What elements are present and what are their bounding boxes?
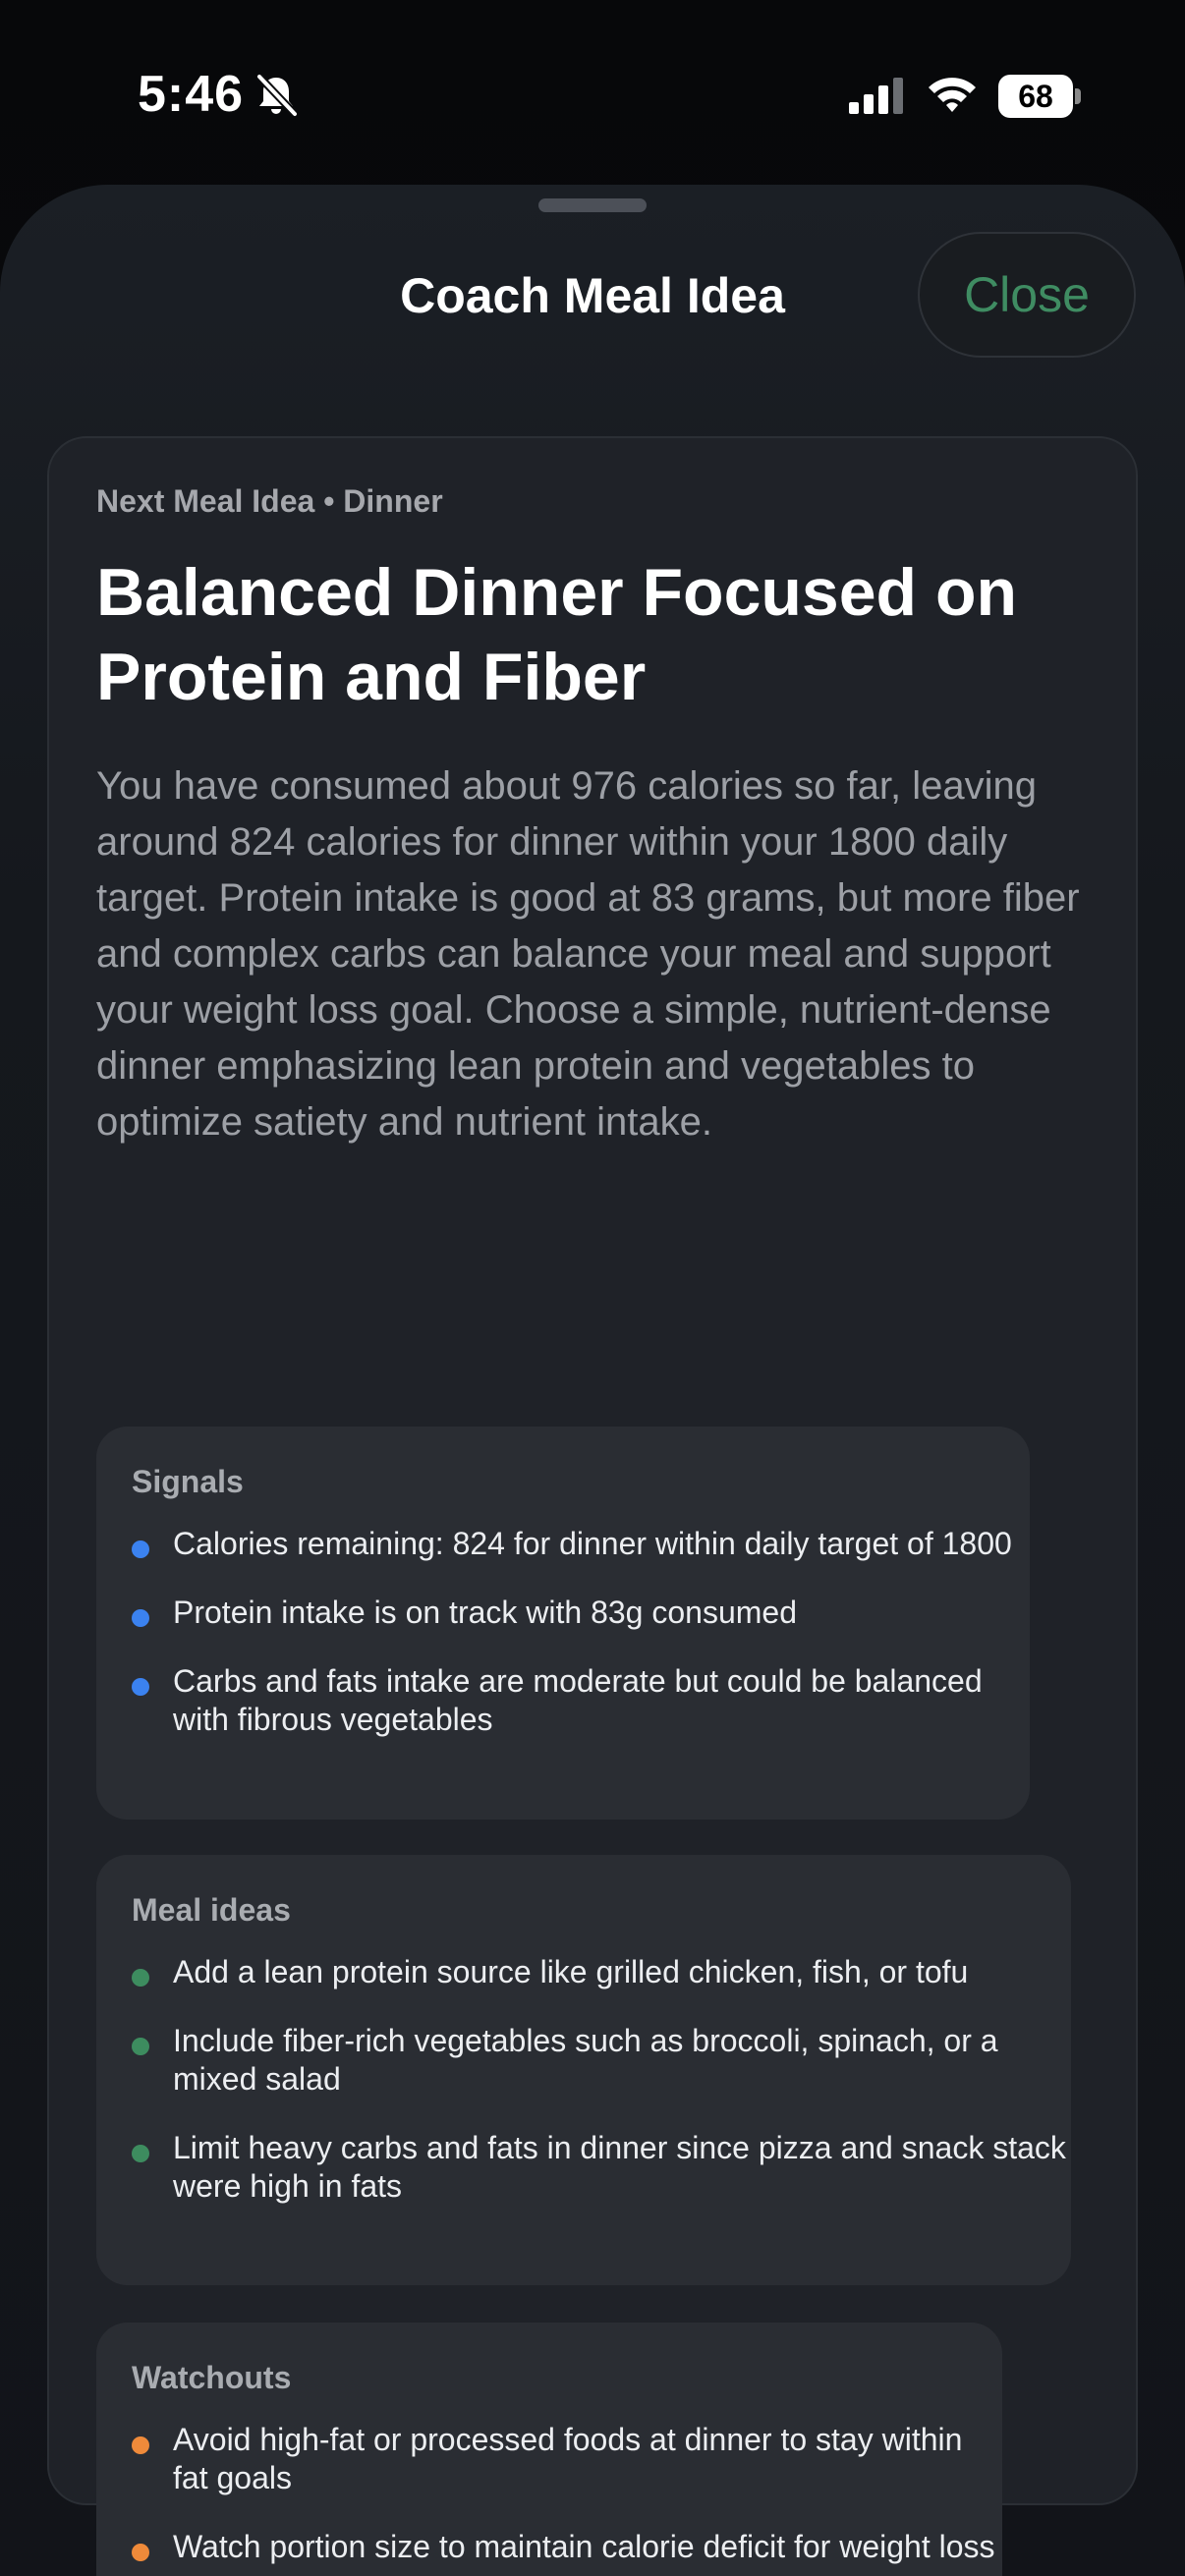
green-dot-icon	[132, 1969, 149, 1987]
status-time: 5:46	[138, 66, 245, 123]
sheet-grabber[interactable]	[538, 198, 647, 212]
signal-text: Calories remaining: 824 for dinner withi…	[173, 1526, 1012, 1561]
meal-ideas-section: Meal ideas Add a lean protein source lik…	[96, 1855, 1071, 2285]
watchout-item: Watch portion size to maintain calorie d…	[132, 2528, 1002, 2566]
meal-ideas-list: Add a lean protein source like grilled c…	[132, 1953, 1071, 2236]
signals-section: Signals Calories remaining: 824 for dinn…	[96, 1427, 1030, 1820]
close-button[interactable]: Close	[918, 232, 1136, 358]
signals-title: Signals	[132, 1464, 244, 1499]
meal-headline: Balanced Dinner Focused on Protein and F…	[96, 555, 1018, 714]
blue-dot-icon	[132, 1678, 149, 1696]
meal-idea-item: Include fiber-rich vegetables such as br…	[132, 2022, 1071, 2099]
signal-text: Carbs and fats intake are moderate but c…	[173, 1663, 983, 1737]
watchouts-title: Watchouts	[132, 2360, 292, 2395]
watchouts-section: Watchouts Avoid high-fat or processed fo…	[96, 2323, 1002, 2576]
blue-dot-icon	[132, 1540, 149, 1558]
green-dot-icon	[132, 2038, 149, 2055]
orange-dot-icon	[132, 2436, 149, 2454]
meal-idea-text: Limit heavy carbs and fats in dinner sin…	[173, 2130, 1066, 2204]
blue-dot-icon	[132, 1609, 149, 1627]
meal-idea-text: Include fiber-rich vegetables such as br…	[173, 2023, 998, 2097]
meal-summary: You have consumed about 976 calories so …	[96, 764, 1080, 1144]
watchouts-list: Avoid high-fat or processed foods at din…	[132, 2421, 1002, 2576]
signal-text: Protein intake is on track with 83g cons…	[173, 1595, 797, 1630]
watchout-text: Watch portion size to maintain calorie d…	[173, 2529, 995, 2564]
orange-dot-icon	[132, 2544, 149, 2561]
screen: 5:46 68 Coach Meal Idea Close Next Meal …	[0, 0, 1185, 2576]
cellular-signal-icon	[849, 78, 903, 114]
signal-item: Protein intake is on track with 83g cons…	[132, 1594, 1030, 1632]
battery-level: 68	[998, 75, 1073, 118]
bell-slash-icon	[256, 74, 298, 117]
watchout-item: Avoid high-fat or processed foods at din…	[132, 2421, 1002, 2497]
meal-eyebrow: Next Meal Idea • Dinner	[96, 483, 443, 519]
green-dot-icon	[132, 2145, 149, 2162]
meal-idea-item: Limit heavy carbs and fats in dinner sin…	[132, 2129, 1071, 2206]
meal-ideas-title: Meal ideas	[132, 1892, 291, 1928]
signal-item: Calories remaining: 824 for dinner withi…	[132, 1525, 1030, 1563]
watchout-text: Avoid high-fat or processed foods at din…	[173, 2422, 963, 2495]
meal-idea-text: Add a lean protein source like grilled c…	[173, 1954, 969, 1989]
meal-idea-card: Next Meal Idea • Dinner Balanced Dinner …	[47, 436, 1138, 2576]
signals-list: Calories remaining: 824 for dinner withi…	[132, 1525, 1030, 1769]
status-bar: 5:46 68	[0, 0, 1185, 187]
signal-item: Carbs and fats intake are moderate but c…	[132, 1662, 1030, 1739]
bottom-sheet: Coach Meal Idea Close Next Meal Idea • D…	[0, 185, 1185, 2576]
battery-icon: 68	[998, 75, 1081, 118]
battery-tip	[1075, 88, 1081, 104]
meal-idea-item: Add a lean protein source like grilled c…	[132, 1953, 1071, 1991]
wifi-icon	[929, 78, 976, 112]
